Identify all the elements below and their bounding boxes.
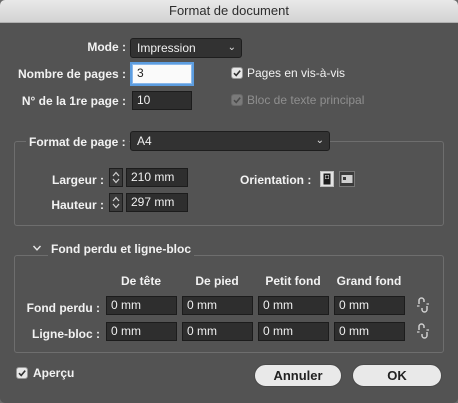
column-header-top: De tête (120, 274, 161, 288)
mode-dropdown[interactable]: Impression ⌄ (130, 38, 242, 58)
facing-pages-checkbox[interactable] (231, 67, 243, 79)
height-input[interactable]: 297 mm (126, 193, 188, 212)
document-setup-dialog: Format de document Mode : Impression ⌄ N… (0, 0, 458, 403)
page-size-label: Format de page : (26, 135, 129, 149)
preview-checkbox[interactable] (16, 367, 28, 379)
mode-value: Impression (137, 41, 196, 55)
page-count-label: Nombre de pages : (17, 67, 126, 81)
width-input[interactable]: 210 mm (126, 168, 188, 187)
slug-top-input[interactable]: 0 mm (106, 322, 177, 341)
column-header-inside: Petit fond (265, 274, 321, 288)
preview-label: Aperçu (33, 366, 75, 380)
slug-inside-input[interactable]: 0 mm (258, 322, 329, 341)
chevron-down-icon: ⌄ (315, 135, 324, 146)
checkmark-icon (18, 370, 26, 377)
slug-bottom-input[interactable]: 0 mm (182, 322, 253, 341)
orientation-label: Orientation : (240, 173, 312, 187)
start-page-input[interactable]: 10 (132, 91, 192, 110)
disclosure-triangle-icon[interactable] (32, 243, 42, 253)
width-stepper[interactable] (109, 168, 123, 187)
bleed-row-label: Fond perdu : (26, 301, 100, 315)
ok-button[interactable]: OK (352, 364, 442, 387)
height-label: Hauteur : (51, 198, 104, 212)
checkmark-icon (233, 97, 241, 104)
slug-row-label: Ligne-bloc : (32, 327, 100, 341)
chevron-down-icon: ⌄ (227, 42, 236, 53)
bleed-inside-input[interactable]: 0 mm (258, 296, 329, 315)
broken-chain-icon[interactable] (415, 323, 431, 339)
cancel-button[interactable]: Annuler (254, 364, 342, 387)
stepper-arrows-icon (112, 171, 120, 184)
portrait-orientation-icon[interactable] (320, 171, 334, 187)
dialog-title: Format de document (0, 0, 458, 23)
height-stepper[interactable] (109, 193, 123, 212)
column-header-outside: Grand fond (336, 274, 402, 288)
broken-chain-icon[interactable] (415, 297, 431, 313)
bleed-slug-title: Fond perdu et ligne-bloc (48, 242, 194, 256)
mode-label: Mode : (87, 40, 126, 54)
checkmark-icon (233, 70, 241, 77)
bleed-bottom-input[interactable]: 0 mm (182, 296, 253, 315)
facing-pages-label: Pages en vis-à-vis (247, 66, 346, 80)
primary-text-frame-checkbox[interactable] (231, 94, 243, 106)
slug-outside-input[interactable]: 0 mm (334, 322, 405, 341)
column-header-bottom: De pied (195, 274, 239, 288)
start-page-label: N° de la 1re page : (21, 94, 126, 108)
landscape-orientation-icon[interactable] (339, 171, 355, 187)
bleed-outside-input[interactable]: 0 mm (334, 296, 405, 315)
bleed-top-input[interactable]: 0 mm (106, 296, 177, 315)
primary-text-frame-label: Bloc de texte principal (247, 93, 365, 107)
page-size-value: A4 (137, 134, 152, 148)
page-count-input[interactable]: 3 (132, 64, 192, 84)
page-size-dropdown[interactable]: A4 ⌄ (130, 131, 330, 151)
stepper-arrows-icon (112, 196, 120, 209)
width-label: Largeur : (51, 173, 104, 187)
